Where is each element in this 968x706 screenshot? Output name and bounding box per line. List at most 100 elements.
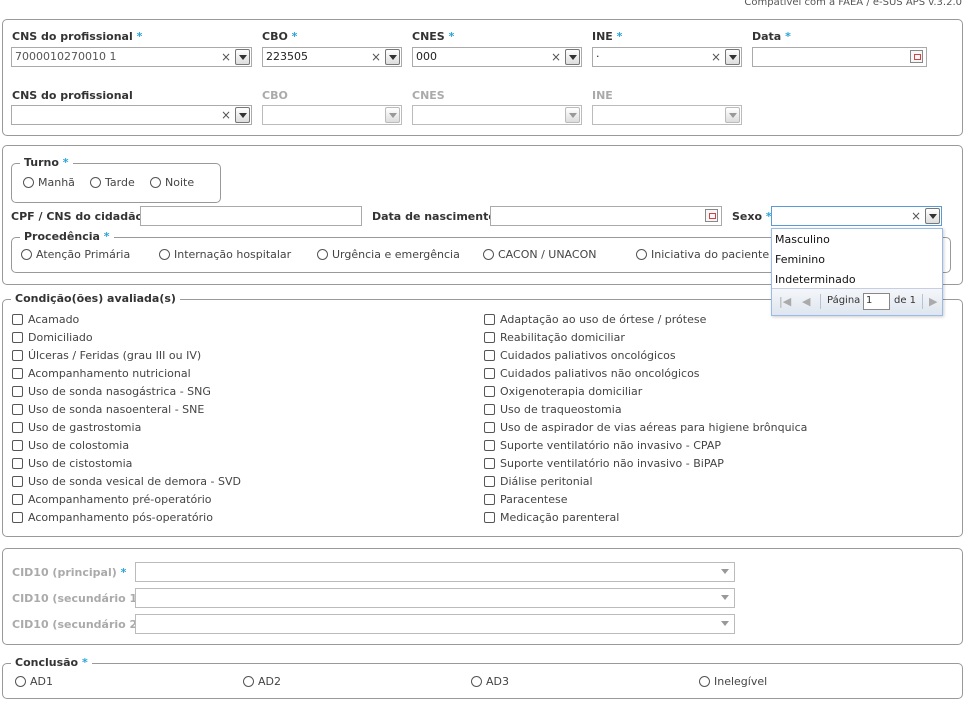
calendar-icon[interactable]	[705, 209, 718, 222]
radio-icon	[90, 177, 101, 188]
condition-checkbox[interactable]: Uso de colostomia	[12, 439, 129, 453]
condition-checkbox[interactable]: Uso de sonda nasogástrica - SNG	[12, 385, 211, 399]
chevron-down-icon[interactable]	[235, 107, 250, 123]
sexo-label: Sexo *	[732, 210, 772, 223]
condition-checkbox[interactable]: Uso de aspirador de vias aéreas para hig…	[484, 421, 807, 435]
cid-sec1-input[interactable]	[135, 588, 735, 608]
dropdown-pager: |◀ ◀ Página 1 de 1 ▶	[772, 288, 942, 315]
condition-checkbox[interactable]: Cuidados paliativos oncológicos	[484, 349, 676, 363]
condition-checkbox[interactable]: Uso de gastrostomia	[12, 421, 141, 435]
clear-icon[interactable]: ×	[220, 50, 232, 64]
cid-principal-input[interactable]	[135, 562, 735, 582]
clear-icon[interactable]: ×	[710, 50, 722, 64]
radio-icon	[243, 676, 254, 687]
condition-checkbox[interactable]: Medicação parenteral	[484, 511, 619, 525]
cns2-input[interactable]: ×	[11, 105, 252, 125]
condition-label: Uso de cistostomia	[28, 457, 133, 470]
condition-checkbox[interactable]: Reabilitação domiciliar	[484, 331, 625, 345]
birth-input[interactable]	[490, 206, 722, 226]
radio-ad2[interactable]: AD2	[243, 675, 281, 689]
page-input[interactable]: 1	[863, 293, 890, 310]
condition-checkbox[interactable]: Acamado	[12, 313, 79, 327]
checkbox-icon	[12, 386, 23, 397]
condition-checkbox[interactable]: Cuidados paliativos não oncológicos	[484, 367, 700, 381]
version-text: Compatível com a FAEA / e-SUS APS v.3.2.…	[744, 0, 962, 8]
chevron-down-icon[interactable]	[565, 107, 580, 123]
chevron-down-icon[interactable]	[565, 49, 580, 65]
condition-checkbox[interactable]: Acompanhamento pós-operatório	[12, 511, 213, 525]
sexo-input[interactable]: ×	[771, 206, 942, 226]
radio-noite[interactable]: Noite	[150, 176, 194, 190]
radio-ad1[interactable]: AD1	[15, 675, 53, 689]
radio-internacao[interactable]: Internação hospitalar	[159, 248, 291, 262]
cnes-input[interactable]: 000 ×	[412, 47, 582, 67]
calendar-icon[interactable]	[910, 50, 923, 63]
ine-input[interactable]: · ×	[592, 47, 742, 67]
condition-checkbox[interactable]: Paracentese	[484, 493, 568, 507]
radio-inelegivel[interactable]: Inelegível	[699, 675, 767, 689]
chevron-down-icon[interactable]	[235, 49, 250, 65]
chevron-down-icon[interactable]	[925, 208, 940, 224]
radio-urgencia[interactable]: Urgência e emergência	[317, 248, 460, 262]
radio-ad3[interactable]: AD3	[471, 675, 509, 689]
cid-sec2-input[interactable]	[135, 614, 735, 634]
radio-tarde[interactable]: Tarde	[90, 176, 135, 190]
checkbox-icon	[12, 368, 23, 379]
chevron-down-icon[interactable]	[385, 49, 400, 65]
sexo-dropdown-list: Masculino Feminino Indeterminado |◀ ◀ Pá…	[771, 228, 943, 316]
chevron-down-icon[interactable]	[718, 564, 733, 580]
clear-icon[interactable]: ×	[910, 209, 922, 223]
next-page-icon[interactable]: ▶	[929, 295, 937, 308]
condition-checkbox[interactable]: Uso de traqueostomia	[484, 403, 622, 417]
clear-icon[interactable]: ×	[220, 108, 232, 122]
radio-icon	[317, 249, 328, 260]
cpf-input[interactable]	[140, 206, 362, 226]
prev-page-icon[interactable]: ◀	[802, 295, 810, 308]
cbo-input[interactable]: 223505 ×	[262, 47, 402, 67]
radio-cacon[interactable]: CACON / UNACON	[483, 248, 596, 262]
data-input[interactable]	[752, 47, 927, 67]
condition-checkbox[interactable]: Oxigenoterapia domiciliar	[484, 385, 642, 399]
radio-atencao-primaria[interactable]: Atenção Primária	[21, 248, 130, 262]
sexo-option-feminino[interactable]: Feminino	[775, 253, 825, 266]
clear-icon[interactable]: ×	[370, 50, 382, 64]
condition-checkbox[interactable]: Úlceras / Feridas (grau III ou IV)	[12, 349, 201, 363]
condition-label: Acompanhamento pré-operatório	[28, 493, 212, 506]
condition-label: Medicação parenteral	[500, 511, 620, 524]
checkbox-icon	[12, 314, 23, 325]
condition-checkbox[interactable]: Acompanhamento pré-operatório	[12, 493, 212, 507]
chevron-down-icon[interactable]	[718, 616, 733, 632]
condition-label: Acompanhamento nutricional	[28, 367, 191, 380]
clear-icon[interactable]: ×	[550, 50, 562, 64]
condition-label: Reabilitação domiciliar	[500, 331, 625, 344]
radio-manha[interactable]: Manhã	[23, 176, 75, 190]
condition-label: Uso de colostomia	[28, 439, 130, 452]
chevron-down-icon[interactable]	[385, 107, 400, 123]
condition-checkbox[interactable]: Suporte ventilatório não invasivo - BiPA…	[484, 457, 724, 471]
condition-checkbox[interactable]: Uso de sonda nasoenteral - SNE	[12, 403, 204, 417]
checkbox-icon	[484, 458, 495, 469]
chevron-down-icon[interactable]	[725, 49, 740, 65]
condition-label: Oxigenoterapia domiciliar	[500, 385, 643, 398]
cnes2-input[interactable]	[412, 105, 582, 125]
condition-checkbox[interactable]: Suporte ventilatório não invasivo - CPAP	[484, 439, 721, 453]
chevron-down-icon[interactable]	[725, 107, 740, 123]
condition-checkbox[interactable]: Uso de cistostomia	[12, 457, 132, 471]
sexo-option-indeterminado[interactable]: Indeterminado	[775, 273, 856, 286]
condition-label: Úlceras / Feridas (grau III ou IV)	[28, 349, 202, 362]
condition-checkbox[interactable]: Domiciliado	[12, 331, 93, 345]
cns-input[interactable]: 7000010270010 1 ×	[11, 47, 252, 67]
first-page-icon[interactable]: |◀	[779, 295, 791, 308]
ine2-input[interactable]	[592, 105, 742, 125]
condition-label: Uso de sonda vesical de demora - SVD	[28, 475, 241, 488]
cbo2-input[interactable]	[262, 105, 402, 125]
condition-label: Uso de traqueostomia	[500, 403, 622, 416]
sexo-option-masculino[interactable]: Masculino	[775, 233, 830, 246]
condition-checkbox[interactable]: Acompanhamento nutricional	[12, 367, 191, 381]
radio-iniciativa[interactable]: Iniciativa do paciente ou	[636, 248, 786, 262]
condition-checkbox[interactable]: Adaptação ao uso de órtese / prótese	[484, 313, 706, 327]
condition-checkbox[interactable]: Uso de sonda vesical de demora - SVD	[12, 475, 241, 489]
chevron-down-icon[interactable]	[718, 590, 733, 606]
condition-checkbox[interactable]: Diálise peritonial	[484, 475, 593, 489]
checkbox-icon	[484, 350, 495, 361]
